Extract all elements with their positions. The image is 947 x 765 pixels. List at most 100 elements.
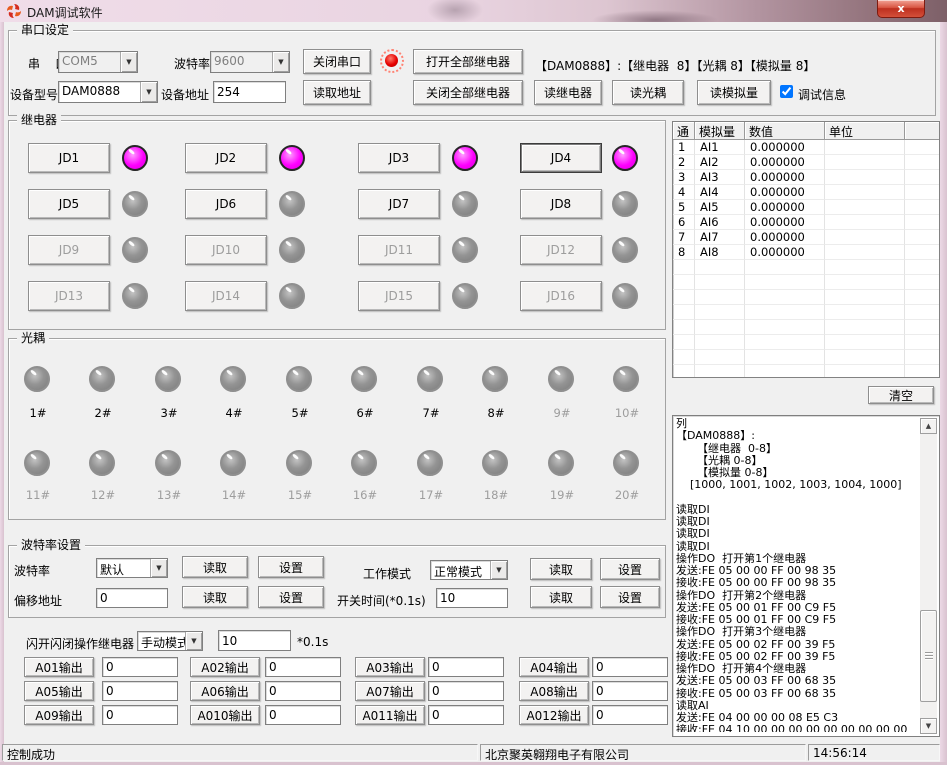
clear-log-button[interactable]: 清空 bbox=[868, 386, 934, 404]
workmode-read-button[interactable]: 读取 bbox=[530, 558, 592, 580]
analog-out-button-a07[interactable]: A07输出 bbox=[355, 681, 425, 701]
analog-out-input-a04[interactable] bbox=[592, 657, 668, 677]
opto-led-17 bbox=[417, 450, 443, 476]
analog-out-input-a01[interactable] bbox=[102, 657, 178, 677]
device-addr-input[interactable] bbox=[213, 81, 286, 103]
col-header[interactable] bbox=[905, 122, 939, 140]
cell bbox=[825, 185, 905, 200]
read-analog-button[interactable]: 读模拟量 bbox=[697, 80, 771, 105]
analog-out-button-a09[interactable]: A09输出 bbox=[24, 705, 94, 725]
col-header[interactable]: 单位 bbox=[825, 122, 905, 140]
relay-button-jd2[interactable]: JD2 bbox=[185, 143, 267, 173]
analog-out-button-a012[interactable]: A012输出 bbox=[519, 705, 589, 725]
analog-out-input-a05[interactable] bbox=[102, 681, 178, 701]
relay-button-jd6[interactable]: JD6 bbox=[185, 189, 267, 219]
read-relay-button[interactable]: 读继电器 bbox=[534, 80, 602, 105]
offset-addr-input[interactable] bbox=[96, 588, 168, 608]
relay-button-jd1[interactable]: JD1 bbox=[28, 143, 110, 173]
analog-out-input-a010[interactable] bbox=[265, 705, 341, 725]
relay-led-jd2 bbox=[279, 145, 305, 171]
relay-button-jd15[interactable]: JD15 bbox=[358, 281, 440, 311]
relay-button-jd13[interactable]: JD13 bbox=[28, 281, 110, 311]
open-all-relays-button[interactable]: 打开全部继电器 bbox=[413, 49, 523, 74]
analog-out-button-a04[interactable]: A04输出 bbox=[519, 657, 589, 677]
chevron-down-icon: ▼ bbox=[272, 52, 289, 72]
analog-out-input-a02[interactable] bbox=[265, 657, 341, 677]
model-select[interactable]: DAM0888 ▼ bbox=[58, 81, 158, 103]
scroll-up-icon[interactable]: ▲ bbox=[920, 418, 937, 434]
relay-button-jd14[interactable]: JD14 bbox=[185, 281, 267, 311]
workmode-set-button[interactable]: 设置 bbox=[600, 558, 660, 580]
relay-button-jd4[interactable]: JD4 bbox=[520, 143, 602, 173]
read-addr-button[interactable]: 读取地址 bbox=[303, 80, 371, 105]
baud-select[interactable]: 9600 ▼ bbox=[210, 51, 290, 73]
analog-out-button-a010[interactable]: A010输出 bbox=[190, 705, 260, 725]
read-opto-button[interactable]: 读光耦 bbox=[612, 80, 684, 105]
close-button[interactable]: x bbox=[877, 0, 925, 18]
scrollbar-thumb[interactable] bbox=[920, 610, 937, 702]
table-row[interactable]: 4AI40.000000 bbox=[673, 185, 939, 200]
table-row[interactable]: 8AI80.000000 bbox=[673, 245, 939, 260]
debug-log-box[interactable]: 列 【DAM0888】: 【继电器 0-8】 【光耦 0-8】 【模拟量 0-8… bbox=[672, 415, 940, 737]
serial-port-select[interactable]: COM5 ▼ bbox=[58, 51, 138, 73]
close-all-relays-button[interactable]: 关闭全部继电器 bbox=[413, 80, 523, 105]
analog-out-button-a011[interactable]: A011输出 bbox=[355, 705, 425, 725]
analog-out-button-a06[interactable]: A06输出 bbox=[190, 681, 260, 701]
analog-out-button-a01[interactable]: A01输出 bbox=[24, 657, 94, 677]
baud-read-button[interactable]: 读取 bbox=[182, 556, 248, 578]
table-row[interactable]: 5AI50.000000 bbox=[673, 200, 939, 215]
log-scrollbar[interactable]: ▲ ▼ bbox=[920, 418, 937, 734]
switch-time-read-button[interactable]: 读取 bbox=[530, 586, 592, 608]
relay-button-jd10[interactable]: JD10 bbox=[185, 235, 267, 265]
col-header[interactable]: 通 bbox=[673, 122, 695, 140]
cell bbox=[905, 185, 939, 200]
analog-out-button-a05[interactable]: A05输出 bbox=[24, 681, 94, 701]
relay-button-jd16[interactable]: JD16 bbox=[520, 281, 602, 311]
cell: 0.000000 bbox=[745, 215, 825, 230]
offset-set-button[interactable]: 设置 bbox=[258, 586, 324, 608]
analog-out-input-a03[interactable] bbox=[428, 657, 504, 677]
table-row-empty bbox=[673, 260, 939, 275]
baudrate-select[interactable]: 默认 ▼ bbox=[96, 558, 168, 578]
analog-out-input-a09[interactable] bbox=[102, 705, 178, 725]
opto-label-11: 11# bbox=[13, 488, 63, 502]
debug-info-checkbox[interactable] bbox=[780, 85, 793, 98]
switch-time-set-button[interactable]: 设置 bbox=[600, 586, 660, 608]
analog-out-input-a012[interactable] bbox=[592, 705, 668, 725]
relay-button-jd3[interactable]: JD3 bbox=[358, 143, 440, 173]
cell bbox=[905, 140, 939, 155]
analog-out-input-a011[interactable] bbox=[428, 705, 504, 725]
relay-button-jd11[interactable]: JD11 bbox=[358, 235, 440, 265]
switch-time-input[interactable] bbox=[436, 588, 508, 608]
table-row[interactable]: 3AI30.000000 bbox=[673, 170, 939, 185]
cell: AI8 bbox=[695, 245, 745, 260]
table-row[interactable]: 1AI10.000000 bbox=[673, 140, 939, 155]
scroll-down-icon[interactable]: ▼ bbox=[920, 718, 937, 734]
opto-label-8: 8# bbox=[471, 406, 521, 420]
relay-button-jd5[interactable]: JD5 bbox=[28, 189, 110, 219]
workmode-select[interactable]: 正常模式 ▼ bbox=[430, 560, 508, 580]
analog-out-input-a06[interactable] bbox=[265, 681, 341, 701]
relay-button-jd8[interactable]: JD8 bbox=[520, 189, 602, 219]
analog-out-input-a07[interactable] bbox=[428, 681, 504, 701]
title-bar[interactable]: DAM调试软件 bbox=[0, 0, 947, 22]
flash-mode-select[interactable]: 手动模式 ▼ bbox=[137, 631, 203, 651]
col-header[interactable]: 数值 bbox=[745, 122, 825, 140]
baud-set-button[interactable]: 设置 bbox=[258, 556, 324, 578]
relay-button-jd9[interactable]: JD9 bbox=[28, 235, 110, 265]
relay-button-jd12[interactable]: JD12 bbox=[520, 235, 602, 265]
cell: 0.000000 bbox=[745, 185, 825, 200]
offset-read-button[interactable]: 读取 bbox=[182, 586, 248, 608]
table-row[interactable]: 6AI60.000000 bbox=[673, 215, 939, 230]
table-row[interactable]: 7AI70.000000 bbox=[673, 230, 939, 245]
cell: 3 bbox=[673, 170, 695, 185]
analog-out-button-a03[interactable]: A03输出 bbox=[355, 657, 425, 677]
analog-out-button-a08[interactable]: A08输出 bbox=[519, 681, 589, 701]
analog-out-input-a08[interactable] bbox=[592, 681, 668, 701]
table-row[interactable]: 2AI20.000000 bbox=[673, 155, 939, 170]
analog-out-button-a02[interactable]: A02输出 bbox=[190, 657, 260, 677]
col-header[interactable]: 模拟量 bbox=[695, 122, 745, 140]
close-serial-button[interactable]: 关闭串口 bbox=[303, 49, 371, 74]
flash-time-input[interactable] bbox=[218, 630, 291, 651]
relay-button-jd7[interactable]: JD7 bbox=[358, 189, 440, 219]
